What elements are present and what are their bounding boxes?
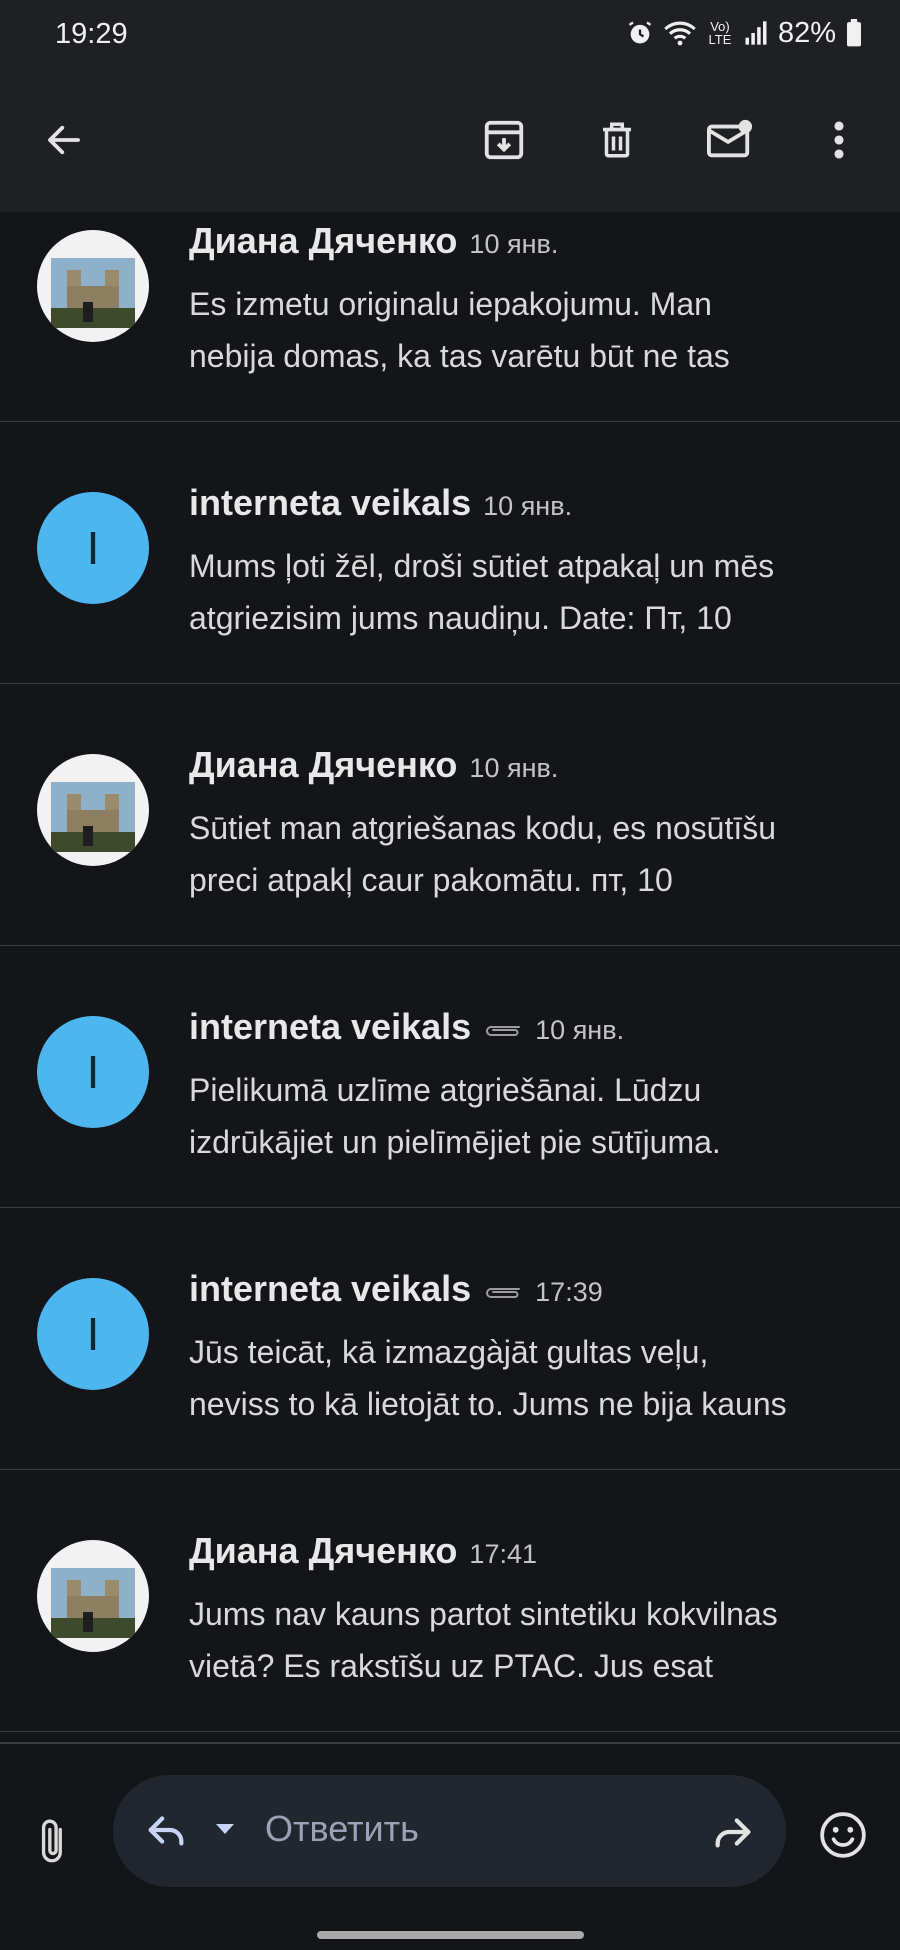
compose-area: Ответить bbox=[0, 1744, 900, 1950]
message-snippet: Sūtiet man atgriešanas kodu, es nosūtīšu… bbox=[189, 802, 879, 906]
snippet-line: Sūtiet man atgriešanas kodu, es nosūtīšu bbox=[189, 810, 777, 846]
sender-name: Диана Дяченко bbox=[189, 744, 458, 785]
snippet-line: Mums ļoti žēl, droši sūtiet atpakaļ un m… bbox=[189, 548, 775, 584]
message-date: 17:41 bbox=[469, 1539, 537, 1569]
attachment-icon bbox=[481, 1021, 523, 1044]
snippet-line: preci atpakļ caur pakomātu. пт, 10 bbox=[189, 862, 673, 898]
message-thread[interactable]: Диана Дяченко 10 янв. Es izmetu originalu … bbox=[0, 212, 900, 1742]
avatar[interactable]: I bbox=[37, 492, 149, 604]
status-bar: 19:29 Vo) LTE 82% bbox=[0, 0, 900, 70]
volte-label: Vo) LTE bbox=[708, 19, 732, 47]
avatar-letter: I bbox=[86, 1308, 100, 1360]
snippet-line: nebija domas, ka tas varētu būt ne tas bbox=[189, 338, 730, 374]
status-time: 19:29 bbox=[55, 18, 128, 50]
message-snippet: Mums ļoti žēl, droši sūtiet atpakaļ un m… bbox=[189, 540, 879, 644]
avatar-letter: I bbox=[86, 522, 100, 574]
emoji-icon[interactable] bbox=[818, 1810, 868, 1865]
sender-name: interneta veikals bbox=[189, 1268, 472, 1309]
more-vert-icon[interactable] bbox=[807, 108, 871, 172]
status-icons: Vo) LTE 82% bbox=[626, 16, 862, 50]
battery-icon bbox=[846, 19, 862, 47]
message-date: 10 янв. bbox=[535, 1015, 625, 1045]
avatar[interactable]: I bbox=[37, 1016, 149, 1128]
snippet-line: Pielikumā uzlīme atgriešānai. Lūdzu bbox=[189, 1072, 702, 1108]
message-header: interneta veikals 17:39 bbox=[189, 1268, 603, 1310]
snippet-line: Jums nav kauns partot sintetiku kokvilna… bbox=[189, 1596, 778, 1632]
avatar[interactable]: I bbox=[37, 1278, 149, 1390]
message-header: Диана Дяченко 17:41 bbox=[189, 1530, 537, 1572]
avatar-letter: I bbox=[86, 1046, 100, 1098]
message-header: interneta veikals 10 янв. bbox=[189, 1006, 624, 1048]
reply-placeholder[interactable]: Ответить bbox=[265, 1808, 419, 1850]
sender-name: Диана Дяченко bbox=[189, 1530, 458, 1571]
attach-icon[interactable] bbox=[30, 1810, 78, 1874]
alarm-icon bbox=[626, 19, 654, 47]
back-arrow-icon[interactable] bbox=[32, 108, 96, 172]
dropdown-icon[interactable] bbox=[213, 1821, 237, 1842]
attachment-icon bbox=[481, 1283, 523, 1306]
message-date: 10 янв. bbox=[483, 491, 573, 521]
sender-name: interneta veikals bbox=[189, 1006, 472, 1047]
message-row[interactable]: Iinterneta veikals 10 янв. Pielikumā uzlīm… bbox=[0, 946, 900, 1208]
message-snippet: Jūs teicāt, kā izmazgàjāt gultas veļu, ne… bbox=[189, 1326, 879, 1430]
message-date: 17:39 bbox=[535, 1277, 603, 1307]
avatar[interactable] bbox=[37, 754, 149, 866]
message-row[interactable]: Iinterneta veikals 10 янв. Mums ļoti žēl, … bbox=[0, 422, 900, 684]
snippet-line: atgriezisim jums naudiņu. Date: Пт, 10 bbox=[189, 600, 732, 636]
delete-icon[interactable] bbox=[585, 108, 649, 172]
home-indicator[interactable] bbox=[317, 1931, 584, 1939]
snippet-line: izdrūkājiet un pielīmējiet pie sūtījuma. bbox=[189, 1124, 721, 1160]
avatar[interactable] bbox=[37, 1540, 149, 1652]
app-bar bbox=[0, 70, 900, 212]
message-row[interactable]: Диана Дяченко 17:41 Jums nav kauns partot … bbox=[0, 1470, 900, 1732]
message-header: interneta veikals 10 янв. bbox=[189, 482, 572, 524]
battery-percent: 82% bbox=[777, 16, 836, 49]
archive-icon[interactable] bbox=[472, 108, 536, 172]
snippet-line: Es izmetu originalu iepakojumu. Man bbox=[189, 286, 712, 322]
message-date: 10 янв. bbox=[469, 229, 559, 259]
message-header: Диана Дяченко 10 янв. bbox=[189, 744, 558, 786]
message-snippet: Pielikumā uzlīme atgriešānai. Lūdzu izdrū… bbox=[189, 1064, 879, 1168]
message-row[interactable]: Iinterneta veikals 17:39 Jūs teicāt, kā iz… bbox=[0, 1208, 900, 1470]
snippet-line: neviss to kā lietojāt to. Jums ne bija k… bbox=[189, 1386, 787, 1422]
message-header: Диана Дяченко 10 янв. bbox=[189, 220, 558, 262]
wifi-icon bbox=[664, 19, 696, 47]
avatar[interactable] bbox=[37, 230, 149, 342]
snippet-line: Jūs teicāt, kā izmazgàjāt gultas veļu, bbox=[189, 1334, 709, 1370]
reply-bar[interactable]: Ответить bbox=[113, 1775, 786, 1887]
message-date: 10 янв. bbox=[469, 753, 559, 783]
forward-icon[interactable] bbox=[710, 1809, 756, 1860]
sender-name: Диана Дяченко bbox=[189, 220, 458, 261]
sender-name: interneta veikals bbox=[189, 482, 472, 523]
signal-icon bbox=[744, 19, 768, 47]
mark-unread-icon[interactable] bbox=[698, 108, 762, 172]
message-row[interactable]: Диана Дяченко 10 янв. Sūtiet man atgriešan… bbox=[0, 684, 900, 946]
message-snippet: Es izmetu originalu iepakojumu. Man nebij… bbox=[189, 278, 879, 382]
reply-icon[interactable] bbox=[143, 1807, 189, 1858]
message-snippet: Jums nav kauns partot sintetiku kokvilna… bbox=[189, 1588, 879, 1692]
snippet-line: vietā? Es rakstīšu uz PTAC. Jus esat bbox=[189, 1648, 714, 1684]
message-row[interactable]: Диана Дяченко 10 янв. Es izmetu originalu … bbox=[0, 212, 900, 422]
